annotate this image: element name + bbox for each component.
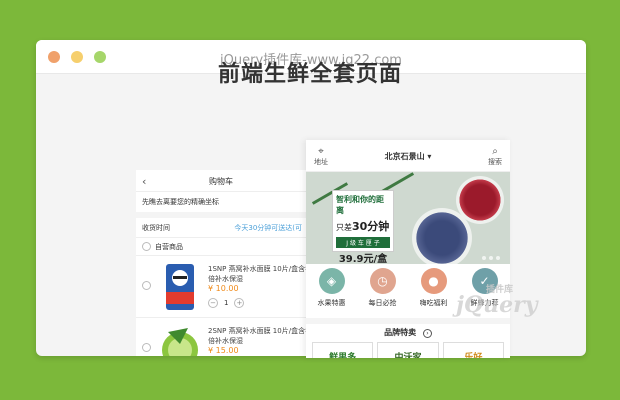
home-screen: ⌖ 地址 北京石景山 ▾ ⌕ 搜索 智利和你的距离 只差30分钟 J 级 车 厘…	[306, 140, 510, 358]
watermark-text: jQuery	[456, 292, 538, 318]
item-price: ¥ 15.00	[208, 346, 239, 355]
delivery-value: 今天30分钟可送达(可	[234, 224, 302, 232]
brand-item[interactable]: 乐好	[442, 342, 504, 358]
increment-button[interactable]: +	[234, 298, 245, 308]
item-price: ¥ 10.00	[208, 284, 239, 293]
category-label: 每日必抢	[368, 299, 397, 307]
category-label: 嗨吃福利	[419, 299, 448, 307]
brand-item[interactable]: 鲜果多	[312, 342, 374, 358]
banner-card: 智利和你的距离 只差30分钟 J 级 车 厘 子 39.9元/盒	[332, 190, 394, 264]
banner-line3: J 级 车 厘 子	[336, 237, 390, 248]
cart-item: 2SNP 燕窝补水面膜 10片/盒含华 双倍补水保湿 ¥ 15.00	[136, 318, 306, 356]
item-checkbox[interactable]	[142, 343, 151, 352]
cart-item: 1SNP 燕窝补水面膜 10片/盒含华 双倍补水保湿 ¥ 10.00 − 1 +	[136, 256, 306, 318]
store-row: 自营商品	[136, 238, 306, 256]
category-item[interactable]: ◈ 水果特惠	[312, 268, 352, 308]
search-button[interactable]: ⌕ 搜索	[488, 146, 502, 167]
city-selector[interactable]: 北京石景山 ▾	[306, 151, 510, 162]
brand-item[interactable]: 中沃家	[377, 342, 439, 358]
cart-screen: ‹ 购物车 先瞧去离要您的精确坐标 收货时间 今天30分钟可送达(可 自营商品 …	[136, 170, 306, 356]
category-item[interactable]: ◷ 每日必抢	[363, 268, 403, 308]
brand-section-header[interactable]: 品牌特卖 ›	[306, 324, 510, 342]
delivery-label: 收货时间	[142, 224, 170, 232]
tag-icon: ◈	[318, 268, 345, 294]
search-label: 搜索	[488, 158, 502, 166]
product-lime-image	[162, 328, 198, 356]
product-chips-image	[166, 264, 194, 310]
promo-banner[interactable]: 智利和你的距离 只差30分钟 J 级 车 厘 子 39.9元/盒	[306, 172, 510, 264]
home-header: ⌖ 地址 北京石景山 ▾ ⌕ 搜索	[306, 140, 510, 172]
chevron-right-icon: ›	[422, 329, 432, 338]
watermark-small: 插件库	[486, 285, 514, 295]
quantity-value: 1	[224, 299, 229, 307]
carousel-dots[interactable]	[482, 256, 500, 260]
brand-list: 鲜果多 中沃家 乐好	[306, 342, 510, 358]
banner-price: 39.9元/盒	[338, 254, 388, 264]
quantity-stepper: − 1 +	[208, 298, 245, 308]
blueberry-bowl-image	[412, 208, 472, 264]
item-name: 1SNP 燕窝补水面膜 10片/盒含华 双倍补水保湿	[208, 265, 306, 283]
cart-header: ‹ 购物车	[136, 170, 306, 192]
apple-icon: ●	[420, 268, 447, 294]
brand-title: 品牌特卖	[384, 328, 417, 337]
search-icon: ⌕	[492, 146, 498, 157]
store-checkbox[interactable]	[142, 242, 151, 251]
chevron-down-icon: ▾	[427, 152, 432, 161]
category-label: 水果特惠	[317, 299, 346, 307]
banner-line1: 智利和你的距离	[336, 195, 384, 215]
item-checkbox[interactable]	[142, 281, 151, 290]
clock-icon: ◷	[369, 268, 396, 294]
item-name: 2SNP 燕窝补水面膜 10片/盒含华 双倍补水保湿	[208, 327, 306, 345]
store-label: 自营商品	[155, 242, 183, 251]
delivery-row[interactable]: 收货时间 今天30分钟可送达(可	[136, 218, 306, 238]
category-item[interactable]: ● 嗨吃福利	[414, 268, 454, 308]
cart-title: 购物车	[209, 177, 233, 186]
cart-notice: 先瞧去离要您的精确坐标	[136, 192, 306, 218]
page-headline: 前端生鲜全套页面	[217, 62, 402, 87]
city-name: 北京石景山	[384, 152, 425, 161]
decrement-button[interactable]: −	[208, 298, 218, 308]
site-watermark-logo: 插件库 jQuery	[456, 285, 538, 318]
banner-line2: 只差30分钟	[336, 220, 390, 233]
